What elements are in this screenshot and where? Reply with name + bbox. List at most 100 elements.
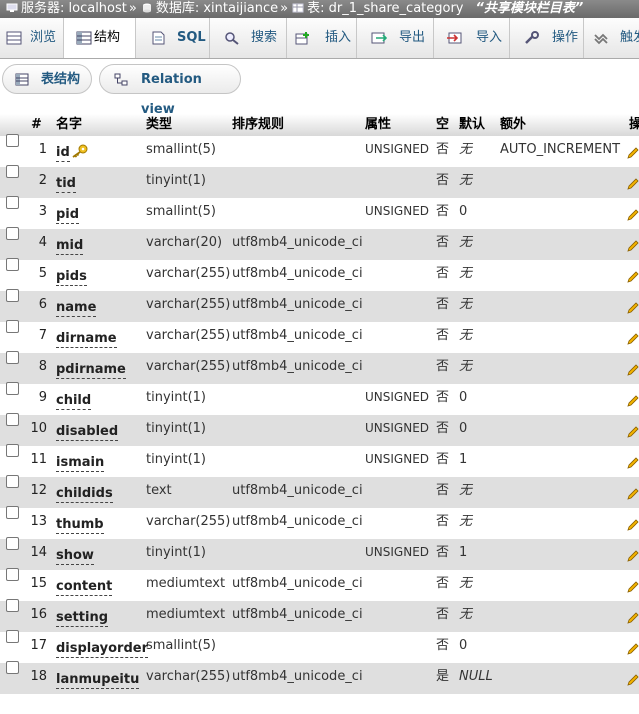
tab-export[interactable]: 导出 xyxy=(357,18,434,58)
row-number: 6 xyxy=(38,297,47,312)
row-checkbox[interactable] xyxy=(6,413,19,426)
row-checkbox[interactable] xyxy=(6,165,19,178)
row-number: 15 xyxy=(30,576,47,591)
relation-icon xyxy=(114,73,128,86)
edit-pencil-icon[interactable] xyxy=(627,240,639,252)
row-checkbox[interactable] xyxy=(6,320,19,333)
field-name[interactable]: disabled xyxy=(56,423,119,441)
edit-pencil-icon[interactable] xyxy=(627,302,639,314)
field-name[interactable]: ismain xyxy=(56,454,105,472)
tab-triggers-label: 触发 xyxy=(620,30,639,45)
field-null: 否 xyxy=(436,173,450,188)
row-checkbox[interactable] xyxy=(6,475,19,488)
tab-search[interactable]: 搜索 xyxy=(210,18,287,58)
row-number: 3 xyxy=(38,204,47,219)
row-checkbox[interactable] xyxy=(6,506,19,519)
edit-pencil-icon[interactable] xyxy=(627,333,639,345)
row-checkbox[interactable] xyxy=(6,630,19,643)
edit-pencil-icon[interactable] xyxy=(627,550,639,562)
subtab-table-structure[interactable]: 表结构 xyxy=(2,64,92,94)
field-null: 否 xyxy=(436,607,450,622)
breadcrumb-server[interactable]: 服务器: localhost xyxy=(21,1,127,16)
field-default: 无 xyxy=(459,483,473,498)
edit-pencil-icon[interactable] xyxy=(627,519,639,531)
field-default: 1 xyxy=(459,452,468,467)
field-null: 否 xyxy=(436,297,450,312)
field-collation: utf8mb4_unicode_ci xyxy=(232,514,363,529)
field-default: 0 xyxy=(459,638,468,653)
field-name[interactable]: show xyxy=(56,547,94,565)
row-checkbox[interactable] xyxy=(6,196,19,209)
field-attributes: UNSIGNED xyxy=(365,545,430,559)
tab-structure[interactable]: 结构 xyxy=(64,18,136,58)
edit-pencil-icon[interactable] xyxy=(627,457,639,469)
field-default: 0 xyxy=(459,204,468,219)
field-name[interactable]: child xyxy=(56,392,92,410)
edit-pencil-icon[interactable] xyxy=(627,209,639,221)
row-checkbox[interactable] xyxy=(6,444,19,457)
field-name[interactable]: id xyxy=(56,144,70,162)
database-icon xyxy=(142,3,151,13)
edit-pencil-icon[interactable] xyxy=(627,271,639,283)
row-checkbox[interactable] xyxy=(6,599,19,612)
row-checkbox[interactable] xyxy=(6,568,19,581)
row-checkbox[interactable] xyxy=(6,289,19,302)
tab-operations[interactable]: 操作 xyxy=(510,18,584,58)
field-name[interactable]: thumb xyxy=(56,516,104,534)
field-name[interactable]: name xyxy=(56,299,97,317)
field-null: 否 xyxy=(436,452,450,467)
field-name[interactable]: dirname xyxy=(56,330,117,348)
field-name[interactable]: pid xyxy=(56,206,80,224)
field-default: 无 xyxy=(459,328,473,343)
field-name[interactable]: setting xyxy=(56,609,108,627)
header-name: 名字 xyxy=(56,117,83,132)
row-checkbox[interactable] xyxy=(6,537,19,550)
edit-pencil-icon[interactable] xyxy=(627,395,639,407)
row-checkbox[interactable] xyxy=(6,382,19,395)
field-null: 是 xyxy=(436,669,450,684)
row-checkbox[interactable] xyxy=(6,661,19,674)
field-name[interactable]: tid xyxy=(56,175,76,193)
breadcrumb-database[interactable]: 数据库: xintaijiance xyxy=(156,1,278,16)
field-name[interactable]: pdirname xyxy=(56,361,126,379)
row-number: 5 xyxy=(38,266,47,281)
edit-pencil-icon[interactable] xyxy=(627,488,639,500)
subtab-relation-view[interactable]: Relation view xyxy=(99,64,241,117)
field-name[interactable]: content xyxy=(56,578,113,596)
tab-operations-label: 操作 xyxy=(552,30,579,45)
table-row: 11 ismain tinyint(1) UNSIGNED 否 1 xyxy=(0,444,639,477)
edit-pencil-icon[interactable] xyxy=(627,612,639,624)
field-collation: utf8mb4_unicode_ci xyxy=(232,297,363,312)
edit-pencil-icon[interactable] xyxy=(627,581,639,593)
edit-pencil-icon[interactable] xyxy=(627,178,639,190)
table-row: 9 child tinyint(1) UNSIGNED 否 0 xyxy=(0,382,639,415)
edit-pencil-icon[interactable] xyxy=(627,643,639,655)
breadcrumb-table[interactable]: 表: dr_1_share_category xyxy=(307,1,463,16)
tab-sql[interactable]: SQL xyxy=(136,18,210,58)
row-checkbox[interactable] xyxy=(6,351,19,364)
table-comment: “共享模块栏目表” xyxy=(475,1,584,16)
tab-insert[interactable]: 插入 xyxy=(287,18,357,58)
field-type: text xyxy=(146,483,172,498)
triggers-icon xyxy=(594,33,608,45)
field-name[interactable]: mid xyxy=(56,237,84,255)
tab-import[interactable]: 导入 xyxy=(434,18,510,58)
edit-pencil-icon[interactable] xyxy=(627,674,639,686)
field-name[interactable]: lanmupeitu xyxy=(56,671,140,689)
field-attributes: UNSIGNED xyxy=(365,390,430,404)
field-name[interactable]: childids xyxy=(56,485,113,503)
browse-icon xyxy=(6,31,22,45)
row-checkbox[interactable] xyxy=(6,227,19,240)
row-checkbox[interactable] xyxy=(6,258,19,271)
field-name[interactable]: pids xyxy=(56,268,87,286)
row-checkbox[interactable] xyxy=(6,134,19,147)
edit-pencil-icon[interactable] xyxy=(627,364,639,376)
field-default: 无 xyxy=(459,359,473,374)
tab-browse[interactable]: 浏览 xyxy=(0,18,64,58)
edit-pencil-icon[interactable] xyxy=(627,426,639,438)
field-null: 否 xyxy=(436,390,450,405)
field-name[interactable]: displayorder xyxy=(56,640,148,658)
edit-pencil-icon[interactable] xyxy=(627,147,639,159)
tab-triggers[interactable]: 触发 xyxy=(584,18,639,58)
field-null: 否 xyxy=(436,266,450,281)
